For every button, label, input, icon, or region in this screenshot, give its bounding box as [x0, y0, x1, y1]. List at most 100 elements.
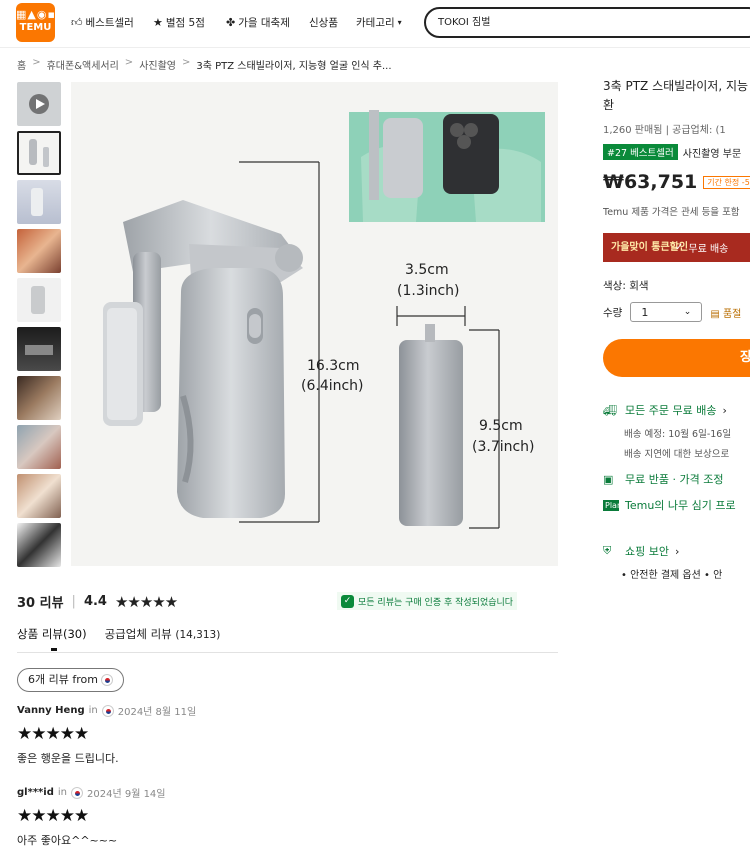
- crumb-home[interactable]: 홈: [17, 57, 26, 72]
- height-cm-label: 16.3cm: [307, 358, 360, 374]
- nav-autumn-label: 가을 대축제: [238, 17, 290, 29]
- korea-flag-icon: [101, 704, 114, 717]
- review-item: gl***id in 2024년 9월 14일 ★★★★★ 아주 좋아요^^~~~: [17, 785, 166, 848]
- review-in: in: [57, 787, 67, 798]
- review-date: 2024년 9월 14일: [87, 789, 166, 800]
- crumb-photography[interactable]: 사진촬영: [139, 57, 176, 72]
- nav-new-arrivals[interactable]: 신상품: [309, 15, 338, 30]
- korea-flag-icon: [101, 674, 114, 686]
- country-filter-button[interactable]: 6개 리뷰 from: [17, 668, 125, 692]
- thumbnail-video[interactable]: [17, 82, 61, 126]
- quantity-select[interactable]: 1 ⌄: [630, 302, 703, 322]
- add-to-cart-button[interactable]: 장: [603, 339, 750, 377]
- product-info-panel: 3축 PTZ 스태빌라이저, 지능 환 1,260 판매됨 | 공급업체: (1…: [603, 0, 750, 842]
- verified-notice: ✓ 모든 리뷰는 구매 인증 후 작성되었습니다: [337, 592, 518, 610]
- low-stock-text: 품절: [722, 308, 742, 320]
- promo-free-shipping: ✓ 무료 배송: [675, 240, 728, 255]
- thumbnail-9[interactable]: [17, 474, 61, 518]
- logo-text: TEMU: [19, 22, 52, 33]
- free-shipping-label: 모든 주문 무료 배송: [625, 404, 717, 417]
- crumb-current: 3축 PTZ 스태빌라이저, 지능형 얼굴 인식 추...: [196, 61, 392, 72]
- review-stars: ★★★★★: [17, 806, 89, 826]
- nav-bestseller-label: 베스트셀러: [85, 17, 134, 29]
- tab-seller-label: 공급업체 리뷰: [104, 627, 172, 641]
- nav-autumn-festival[interactable]: ✤ 가을 대축제: [226, 15, 290, 30]
- sold-count: 1,260 판매됨: [603, 125, 663, 136]
- discount-tag: 기간 한정 -54%: [703, 175, 750, 189]
- review-in: in: [88, 705, 98, 716]
- color-label: 색상: 회색: [603, 280, 649, 292]
- thumbnail-3[interactable]: [17, 180, 61, 224]
- low-stock-label: ▤ 품절: [710, 305, 741, 320]
- supplier-extra: (1: [715, 125, 726, 136]
- nav-categories[interactable]: 카테고리 ▾: [356, 15, 402, 30]
- thumbnail-selected[interactable]: [17, 131, 61, 175]
- nav-categories-label: 카테고리: [356, 17, 395, 29]
- nav-five-star[interactable]: ★ 별점 5점: [153, 15, 205, 30]
- quantity-label: 수량: [603, 306, 623, 319]
- supplier-label[interactable]: 공급업체:: [672, 125, 712, 136]
- gimbal-dimension-illustration: [103, 110, 545, 529]
- free-shipping-row[interactable]: 🚚︎ 모든 주문 무료 배송 ›: [603, 402, 727, 418]
- thumbnail-5[interactable]: [17, 278, 61, 322]
- review-user: gl***id: [17, 787, 54, 798]
- delay-compensation: 배송 지연에 대한 보상으로: [624, 449, 730, 460]
- security-items: • 안전한 결제 옵션 • 안: [621, 570, 723, 581]
- quantity-value: 1: [641, 305, 649, 319]
- product-title-line2: 환: [603, 98, 615, 112]
- review-user: Vanny Heng: [17, 705, 85, 716]
- thumbnail-4[interactable]: [17, 229, 61, 273]
- chevron-down-icon: ▾: [397, 18, 402, 27]
- nav-five-star-label: 별점 5점: [165, 17, 205, 29]
- review-item: Vanny Heng in 2024년 8월 11일 ★★★★★ 좋은 행운을 드립…: [17, 703, 196, 766]
- return-icon: ▣: [603, 472, 614, 486]
- quantity-row: 수량 1 ⌄ ▤ 품절: [603, 302, 741, 322]
- rating-stars: ★★★★★: [114, 592, 178, 611]
- review-text: 좋은 행운을 드립니다.: [17, 752, 119, 765]
- verified-text: 모든 리뷰는 구매 인증 후 작성되었습니다: [358, 597, 514, 608]
- thumbnail-10[interactable]: [17, 523, 61, 567]
- review-count: 30 리뷰: [17, 596, 64, 611]
- tab-divider: [17, 652, 558, 653]
- chevron-right-icon: ›: [722, 403, 727, 417]
- free-returns-label: 무료 반품 · 가격 조정: [625, 473, 724, 486]
- nav-bestseller[interactable]: 👍︎ 베스트셀러: [71, 15, 134, 30]
- review-date: 2024년 8월 11일: [117, 707, 197, 718]
- free-returns-row[interactable]: ▣ 무료 반품 · 가격 조정: [603, 471, 723, 487]
- nav-new-label: 신상품: [309, 17, 338, 29]
- thumbs-up-icon: 👍︎: [71, 16, 83, 29]
- temu-logo[interactable]: ▦▲◉▪ TEMU: [16, 3, 55, 42]
- bestseller-category[interactable]: 사진촬영 부문: [683, 145, 741, 160]
- product-title-line1: 3축 PTZ 스태빌라이저, 지능: [603, 79, 749, 93]
- width-inch-label: (1.3inch): [397, 283, 460, 299]
- stock-icon: ▤: [710, 308, 720, 320]
- chevron-right-icon: ›: [674, 544, 680, 558]
- thumbnail-8[interactable]: [17, 425, 61, 469]
- tree-planting-row[interactable]: Plant Temu의 나무 심기 프로: [603, 497, 736, 513]
- truck-icon: 🚚︎: [603, 403, 617, 417]
- maple-leaf-icon: ✤: [226, 16, 236, 29]
- check-icon: ✓: [675, 242, 684, 253]
- country-filter-label: 6개 리뷰 from: [28, 673, 98, 686]
- tab-seller-reviews[interactable]: 공급업체 리뷰 (14,313): [105, 626, 221, 642]
- bestseller-row: #27 베스트셀러 사진촬영 부문: [603, 144, 741, 160]
- thumbnail-strip: [17, 82, 61, 572]
- promo-banner: 가을맞이 통큰할인 ✓ 무료 배송: [603, 233, 750, 262]
- crumb-phone-accessories[interactable]: 휴대폰&액세서리: [47, 57, 119, 72]
- tab-seller-count: (14,313): [175, 629, 221, 641]
- review-stars: ★★★★★: [17, 724, 89, 744]
- sold-supplier-row: 1,260 판매됨 | 공급업체: (1: [603, 125, 726, 136]
- korea-flag-icon: [71, 786, 83, 799]
- tab-product-reviews[interactable]: 상품 리뷰(30): [17, 626, 87, 651]
- product-price: ₩63,751: [603, 171, 698, 193]
- shopping-security-label: 쇼핑 보안: [625, 545, 669, 558]
- thumbnail-7[interactable]: [17, 376, 61, 420]
- review-text: 아주 좋아요^^~~~: [17, 834, 118, 847]
- shopping-security-row[interactable]: ⛨ 쇼핑 보안 ›: [603, 543, 679, 559]
- shield-icon: ⛨: [603, 544, 612, 557]
- product-title: 3축 PTZ 스태빌라이저, 지능 환: [603, 77, 748, 115]
- play-icon: [36, 99, 45, 109]
- review-summary: 30 리뷰 | 4.4 ★★★★★: [17, 592, 178, 612]
- chevron-down-icon: ⌄: [683, 307, 692, 317]
- thumbnail-6[interactable]: [17, 327, 61, 371]
